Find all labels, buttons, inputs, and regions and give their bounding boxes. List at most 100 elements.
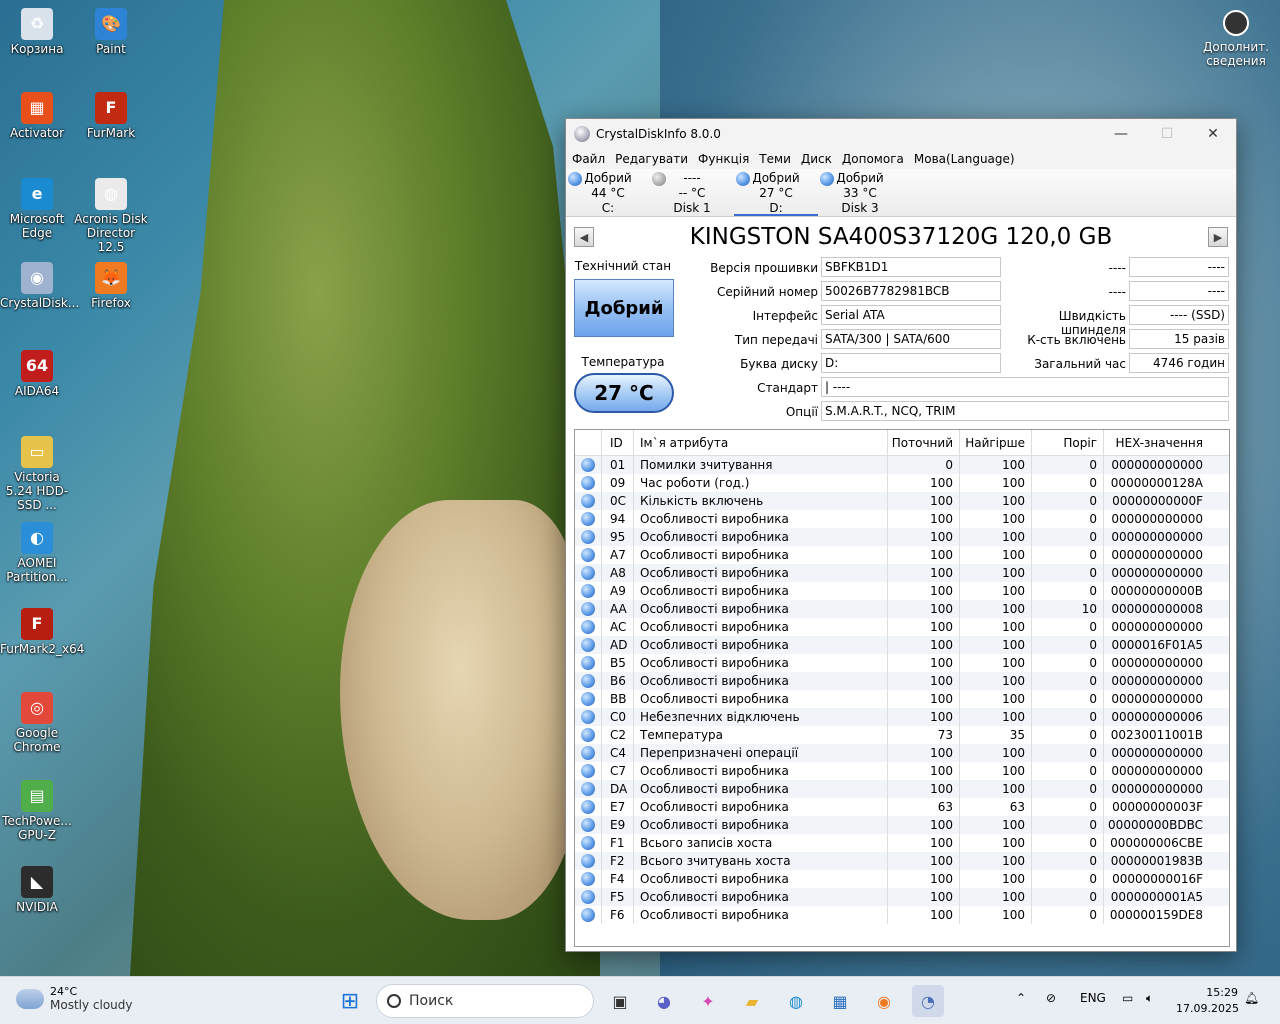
smart-table-row[interactable]: A8 Особливості виробника 100 100 0 0000000000… <box>575 564 1229 582</box>
header-threshold[interactable]: Поріг <box>1031 430 1103 455</box>
smart-table-row[interactable]: C4 Перепризначені операції 100 100 0 00000000… <box>575 744 1229 762</box>
task-view-icon[interactable]: ▣ <box>604 985 636 1017</box>
desktop-icon[interactable]: F FurMark <box>74 92 148 140</box>
desktop-icon[interactable]: ◍ Acronis Disk Director 12.5 <box>74 178 148 254</box>
smart-table-row[interactable]: 94 Особливості виробника 100 100 0 0000000000… <box>575 510 1229 528</box>
start-button[interactable]: ⊞ <box>334 985 366 1017</box>
disk-tab[interactable]: Добрий 27 °C D: <box>734 169 818 216</box>
smart-table-row[interactable]: 0C Кількість включень 100 100 0 00000000000F <box>575 492 1229 510</box>
desktop-icon[interactable]: ▦ Activator <box>0 92 74 140</box>
smart-table-row[interactable]: A9 Особливості виробника 100 100 0 0000000000… <box>575 582 1229 600</box>
chat-icon[interactable]: ◕ <box>648 985 680 1017</box>
menu-item[interactable]: Мова(Language) <box>914 152 1015 166</box>
smart-status-cell <box>575 672 601 690</box>
smart-status-cell <box>575 708 601 726</box>
smart-table-row[interactable]: C0 Небезпечних відключень 100 100 0 000000000… <box>575 708 1229 726</box>
desktop-icon[interactable]: ◉ CrystalDisk... <box>0 262 79 310</box>
smart-table-row[interactable]: 09 Час роботи (год.) 100 100 0 00000000128A <box>575 474 1229 492</box>
disk-tab[interactable]: Добрий 44 °C C: <box>566 169 650 216</box>
disk-info-panel: Технічний стан Добрий Температура 27 °C … <box>566 257 1236 425</box>
smart-table-row[interactable]: C2 Температура 73 35 0 00230011001B <box>575 726 1229 744</box>
smart-table-row[interactable]: F6 Особливості виробника 100 100 0 000000159D… <box>575 906 1229 924</box>
prev-disk-button[interactable]: ◀ <box>574 227 594 247</box>
header-worst[interactable]: Найгірше <box>959 430 1031 455</box>
smart-cell-worst: 100 <box>959 762 1031 780</box>
title-bar[interactable]: CrystalDiskInfo 8.0.0 — ☐ ✕ <box>566 119 1236 149</box>
firefox-icon[interactable]: ◉ <box>868 985 900 1017</box>
desktop-icon[interactable]: 🦊 Firefox <box>74 262 148 310</box>
desktop-icon-label: Microsoft Edge <box>9 212 65 240</box>
smart-cell-current: 100 <box>887 906 959 924</box>
edge-icon[interactable]: ◍ <box>780 985 812 1017</box>
desktop-icon[interactable]: ◐ AOMEI Partition... <box>0 522 74 584</box>
menu-item[interactable]: Редагувати <box>615 152 688 166</box>
disk-tab[interactable]: Добрий 33 °C Disk 3 <box>818 169 902 216</box>
header-raw[interactable]: HEX-значення <box>1103 430 1209 455</box>
desktop-icon[interactable]: F FurMark2_x64 <box>0 608 84 656</box>
menu-item[interactable]: Теми <box>759 152 791 166</box>
smart-cell-raw: 000000000000 <box>1103 762 1209 780</box>
menu-item[interactable]: Файл <box>572 152 605 166</box>
smart-table-row[interactable]: B5 Особливості виробника 100 100 0 0000000000… <box>575 654 1229 672</box>
display-icon[interactable]: ▭ <box>1122 991 1133 1005</box>
volume-icon[interactable]: 🔈︎ <box>1146 991 1153 1006</box>
smart-table-row[interactable]: F1 Всього записів хоста 100 100 0 000000006CB… <box>575 834 1229 852</box>
temperature-button[interactable]: 27 °C <box>574 373 674 413</box>
notification-bell-icon[interactable]: 🔔︎ <box>1244 991 1259 1005</box>
good-status-icon <box>581 638 595 652</box>
network-icon[interactable]: ⊘ <box>1046 991 1056 1005</box>
desktop-icon[interactable]: ♻ Корзина <box>0 8 74 56</box>
smart-table-row[interactable]: AD Особливості виробника 100 100 0 0000016F01… <box>575 636 1229 654</box>
menu-item[interactable]: Диск <box>801 152 832 166</box>
header-name[interactable]: Ім`я атрибута <box>633 430 887 455</box>
clock[interactable]: 15:29 17.09.2025 <box>1176 985 1239 1017</box>
desktop-icon[interactable]: 🎨 Paint <box>74 8 148 56</box>
language-indicator[interactable]: ENG <box>1080 991 1106 1005</box>
smart-table-row[interactable]: F2 Всього зчитувань хоста 100 100 0 000000019… <box>575 852 1229 870</box>
smart-table-row[interactable]: 95 Особливості виробника 100 100 0 0000000000… <box>575 528 1229 546</box>
copilot-icon[interactable]: ✦ <box>692 985 724 1017</box>
desktop-info-shortcut[interactable]: Дополнит. сведения <box>1196 10 1276 68</box>
minimize-button[interactable]: — <box>1098 119 1144 149</box>
smart-table-row[interactable]: B6 Особливості виробника 100 100 0 0000000000… <box>575 672 1229 690</box>
good-status-icon <box>581 620 595 634</box>
desktop-icon[interactable]: ▭ Victoria 5.24 HDD-SSD ... <box>0 436 74 512</box>
desktop-icon[interactable]: ◣ NVIDIA <box>0 866 74 914</box>
maximize-button[interactable]: ☐ <box>1144 119 1190 149</box>
smart-table-row[interactable]: F4 Особливості виробника 100 100 0 0000000001… <box>575 870 1229 888</box>
health-status-button[interactable]: Добрий <box>574 279 674 337</box>
smart-cell-worst: 100 <box>959 474 1031 492</box>
smart-table-row[interactable]: BB Особливості виробника 100 100 0 0000000000… <box>575 690 1229 708</box>
header-current[interactable]: Поточний <box>887 430 959 455</box>
smart-attributes-table[interactable]: ID Ім`я атрибута Поточний Найгірше Поріг… <box>574 429 1230 947</box>
tray-overflow-icon[interactable]: ⌃ <box>1016 991 1026 1005</box>
store-icon[interactable]: ▦ <box>824 985 856 1017</box>
desktop-icon[interactable]: ◎ Google Chrome <box>0 692 74 754</box>
smart-table-row[interactable]: A7 Особливості виробника 100 100 0 0000000000… <box>575 546 1229 564</box>
close-button[interactable]: ✕ <box>1190 119 1236 149</box>
header-id[interactable]: ID <box>601 430 633 455</box>
desktop-icon[interactable]: e Microsoft Edge <box>0 178 74 240</box>
smart-table-row[interactable]: 01 Помилки зчитування 0 100 0 000000000000 <box>575 456 1229 474</box>
menu-item[interactable]: Допомога <box>842 152 904 166</box>
menu-item[interactable]: Функція <box>698 152 749 166</box>
smart-table-row[interactable]: DA Особливості виробника 100 100 0 0000000000… <box>575 780 1229 798</box>
search-box[interactable]: Поиск <box>376 984 594 1018</box>
next-disk-button[interactable]: ▶ <box>1208 227 1228 247</box>
desktop-icon[interactable]: 64 AIDA64 <box>0 350 74 398</box>
good-status-icon <box>581 602 595 616</box>
smart-table-row[interactable]: AC Особливості виробника 100 100 0 0000000000… <box>575 618 1229 636</box>
smart-table-row[interactable]: C7 Особливості виробника 100 100 0 0000000000… <box>575 762 1229 780</box>
crystaldiskinfo-taskbar-icon[interactable]: ◔ <box>912 985 944 1017</box>
file-explorer-icon[interactable]: ▰ <box>736 985 768 1017</box>
smart-table-row[interactable]: AA Особливості виробника 100 100 10 000000000… <box>575 600 1229 618</box>
good-status-icon <box>581 512 595 526</box>
weather-widget[interactable]: 24°C Mostly cloudy <box>16 985 133 1012</box>
disk-tab[interactable]: ---- -- °C Disk 1 <box>650 169 734 216</box>
smart-cell-name: Всього зчитувань хоста <box>633 852 887 870</box>
smart-table-row[interactable]: E7 Особливості виробника 63 63 0 00000000003F <box>575 798 1229 816</box>
desktop-icon[interactable]: ▤ TechPowe... GPU-Z <box>0 780 74 842</box>
desktop-info-label: Дополнит. сведения <box>1202 40 1270 68</box>
smart-table-row[interactable]: F5 Особливості виробника 100 100 0 0000000001… <box>575 888 1229 906</box>
smart-table-row[interactable]: E9 Особливості виробника 100 100 0 00000000BD… <box>575 816 1229 834</box>
